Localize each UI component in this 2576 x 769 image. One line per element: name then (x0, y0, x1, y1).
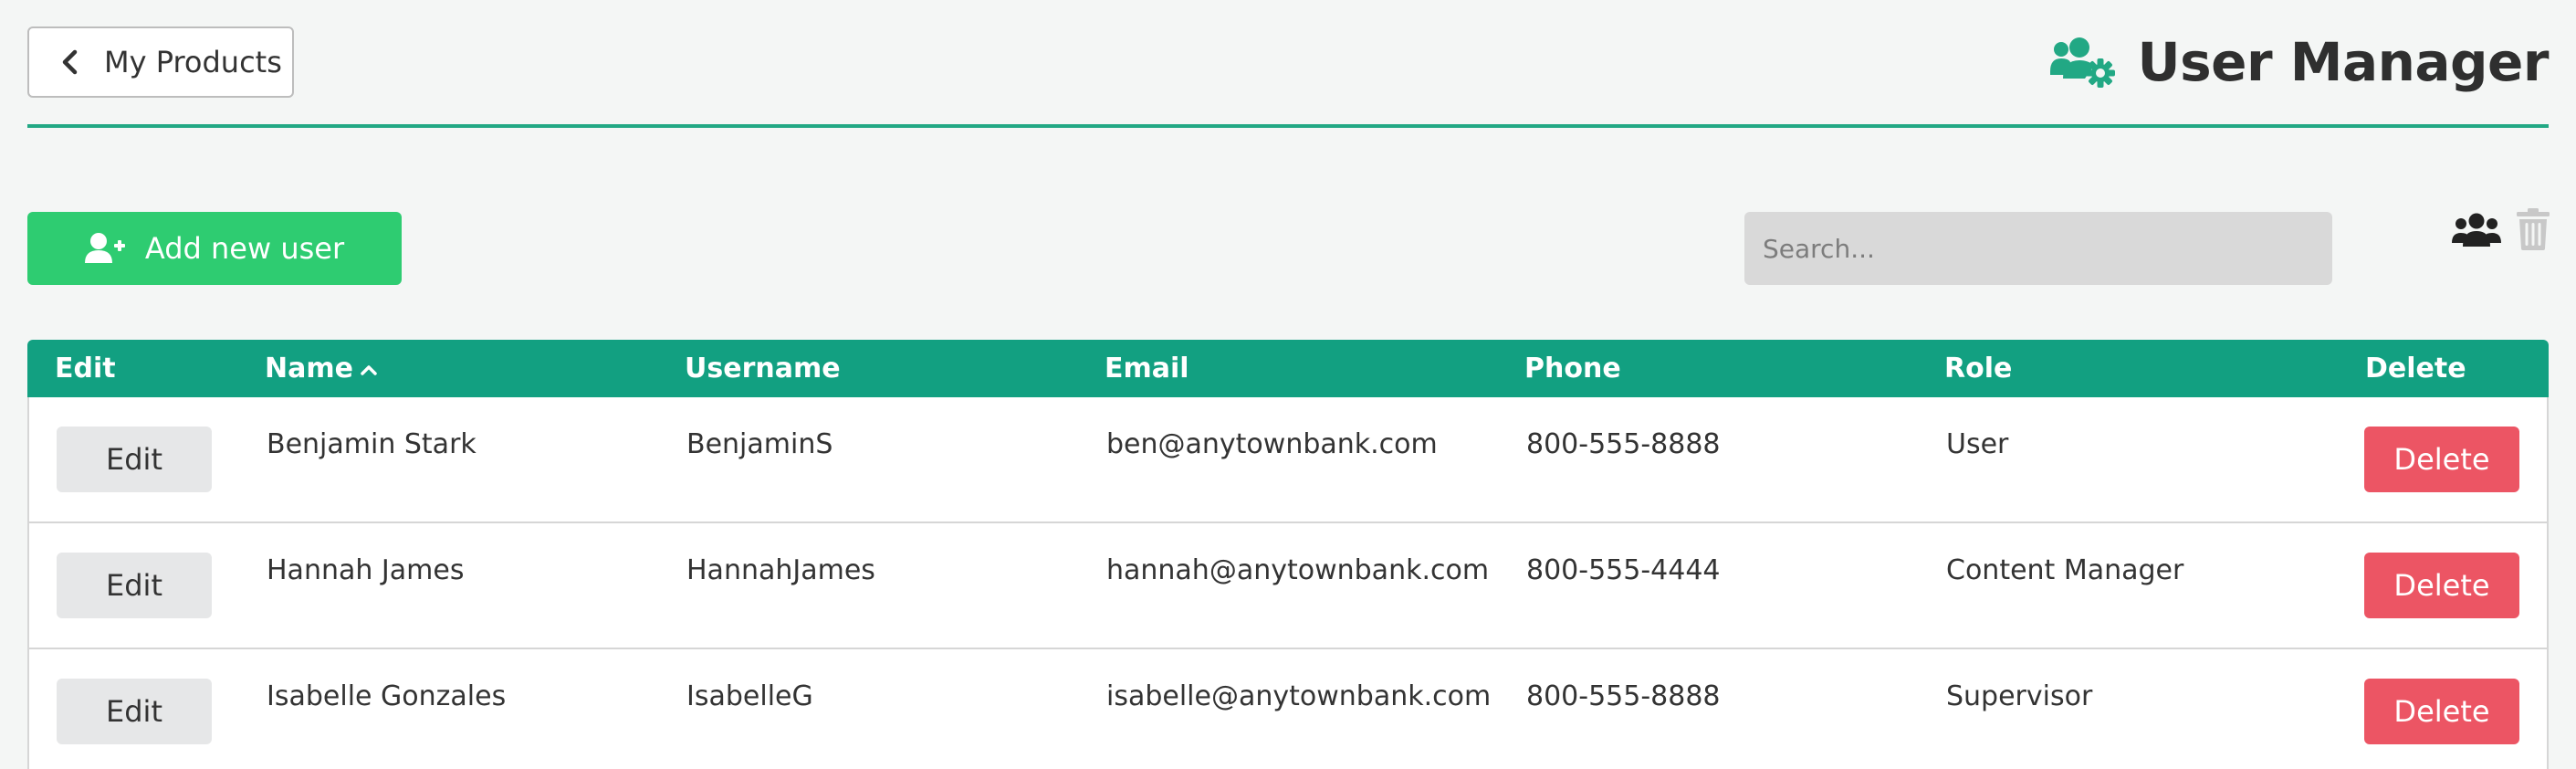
column-header-username: Username (685, 353, 841, 384)
table-header: Edit Name Username Email Phone Role Dele… (27, 340, 2549, 397)
table-row: Edit Isabelle Gonzales IsabelleG isabell… (27, 649, 2549, 769)
column-header-name[interactable]: Name (265, 340, 377, 397)
header-divider (27, 124, 2549, 128)
users-cog-icon (2049, 37, 2115, 88)
chevron-left-icon (62, 49, 78, 75)
table-row: Edit Benjamin Stark BenjaminS ben@anytow… (27, 397, 2549, 523)
cell-name: Hannah James (267, 554, 465, 586)
page-header: User Manager (2048, 24, 2550, 100)
back-to-products-button[interactable]: My Products (27, 26, 294, 98)
delete-button[interactable]: Delete (2364, 679, 2519, 744)
user-plus-icon (84, 233, 125, 263)
column-header-email: Email (1105, 353, 1189, 384)
cell-phone: 800-555-8888 (1526, 428, 1721, 460)
cell-name: Isabelle Gonzales (267, 680, 507, 712)
add-user-button[interactable]: Add new user (27, 212, 402, 285)
cell-username: HannahJames (686, 554, 875, 586)
cell-email: isabelle@anytownbank.com (1106, 680, 1492, 712)
cell-role: User (1946, 428, 2009, 460)
page-title: User Manager (2137, 31, 2550, 93)
column-header-name-label: Name (265, 353, 353, 384)
back-button-label: My Products (104, 45, 282, 79)
column-header-edit: Edit (55, 353, 116, 384)
users-table: Edit Name Username Email Phone Role Dele… (27, 340, 2549, 769)
delete-button[interactable]: Delete (2364, 553, 2519, 618)
add-user-label: Add new user (144, 231, 345, 266)
cell-username: IsabelleG (686, 680, 813, 712)
column-header-role: Role (1944, 353, 2013, 384)
cell-email: ben@anytownbank.com (1106, 428, 1438, 460)
cell-name: Benjamin Stark (267, 428, 476, 460)
cell-email: hannah@anytownbank.com (1106, 554, 1490, 586)
cell-role: Content Manager (1946, 554, 2184, 586)
search-input[interactable] (1744, 212, 2332, 285)
cell-phone: 800-555-4444 (1526, 554, 1721, 586)
edit-button[interactable]: Edit (57, 679, 212, 744)
table-row: Edit Hannah James HannahJames hannah@any… (27, 523, 2549, 649)
cell-role: Supervisor (1946, 680, 2093, 712)
cell-username: BenjaminS (686, 428, 833, 460)
caret-up-icon (361, 364, 377, 375)
edit-button[interactable]: Edit (57, 553, 212, 618)
delete-button[interactable]: Delete (2364, 427, 2519, 492)
users-icon[interactable] (2452, 210, 2501, 250)
cell-phone: 800-555-8888 (1526, 680, 1721, 712)
edit-button[interactable]: Edit (57, 427, 212, 492)
trash-icon[interactable] (2517, 208, 2550, 250)
column-header-delete: Delete (2365, 353, 2466, 384)
column-header-phone: Phone (1524, 353, 1621, 384)
